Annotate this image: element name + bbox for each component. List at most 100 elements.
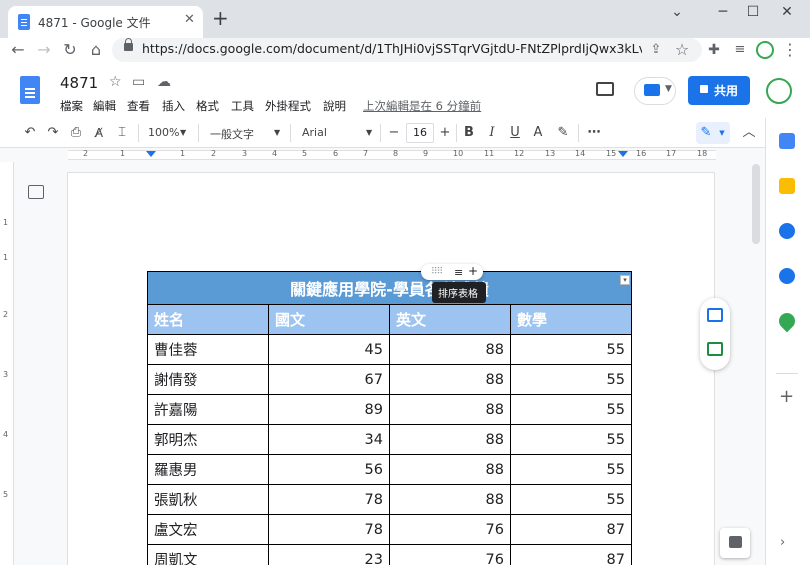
student-name-cell[interactable]: 曹佳蓉 [147,334,269,365]
menu-tools[interactable]: 工具 [231,98,254,114]
minimize-button[interactable]: ─ [708,4,738,20]
bookmark-star-icon[interactable]: ☆ [672,40,692,60]
score-cell[interactable]: 55 [510,424,632,455]
score-cell[interactable]: 55 [510,334,632,365]
table-row[interactable]: 周凱文 23 76 87 [147,544,632,565]
menu-format[interactable]: 格式 [196,98,219,114]
italic-button[interactable]: I [484,124,500,142]
zoom-select[interactable]: 100% [148,126,179,139]
table-title[interactable]: 關鍵應用學院-學員各科成績 [147,271,632,305]
student-name-cell[interactable]: 周凱文 [147,544,269,565]
table-cell-menu-icon[interactable]: ▾ [620,275,630,285]
redo-icon[interactable]: ↷ [45,124,61,142]
close-tab-icon[interactable]: ✕ [184,12,195,27]
score-cell[interactable]: 78 [268,484,390,515]
score-cell[interactable]: 76 [389,514,511,545]
reload-icon[interactable]: ↻ [60,40,80,60]
right-indent-marker-icon[interactable] [618,151,628,157]
score-cell[interactable]: 55 [510,394,632,425]
style-dropdown-icon[interactable]: ▼ [274,128,280,137]
docs-logo-icon[interactable] [20,76,40,104]
scrollbar-thumb[interactable] [752,164,760,244]
menu-edit[interactable]: 編輯 [93,98,116,114]
header-name[interactable]: 姓名 [147,304,269,335]
style-select[interactable]: 一般文字 [210,126,254,142]
back-icon[interactable]: ← [8,40,28,60]
more-button[interactable]: ⋯ [584,124,604,142]
table-row[interactable]: 張凱秋 78 88 55 [147,484,632,515]
table-row[interactable]: 羅惠男 56 88 55 [147,454,632,485]
tab-search-button[interactable]: ⌄ [662,4,692,20]
score-cell[interactable]: 76 [389,544,511,565]
keep-icon[interactable] [779,178,795,194]
score-cell[interactable]: 55 [510,364,632,395]
maximize-button[interactable]: ☐ [738,4,768,20]
suggest-edits-icon[interactable] [707,342,723,356]
score-cell[interactable]: 23 [268,544,390,565]
zoom-dropdown-icon[interactable]: ▼ [180,128,186,137]
score-cell[interactable]: 56 [268,454,390,485]
student-name-cell[interactable]: 郭明杰 [147,424,269,455]
score-cell[interactable]: 88 [389,334,511,365]
header-math[interactable]: 數學 [510,304,632,335]
student-name-cell[interactable]: 盧文宏 [147,514,269,545]
student-name-cell[interactable]: 謝倩發 [147,364,269,395]
chevron-down-icon[interactable]: ▼ [665,84,672,94]
contacts-icon[interactable] [779,268,795,284]
star-icon[interactable]: ☆ [109,74,122,90]
drag-grip-icon[interactable]: ⠿⠿ [431,267,443,277]
underline-button[interactable]: U [507,124,523,142]
add-column-icon[interactable]: + [468,264,478,278]
menu-addons[interactable]: 外掛程式 [265,98,311,114]
font-select[interactable]: Arial [302,126,327,139]
score-cell[interactable]: 88 [389,484,511,515]
score-cell[interactable]: 88 [389,454,511,485]
student-name-cell[interactable]: 羅惠男 [147,454,269,485]
score-cell[interactable]: 78 [268,514,390,545]
expand-panel-icon[interactable]: › [780,535,785,550]
share-page-icon[interactable]: ⇪ [646,40,666,60]
score-cell[interactable]: 55 [510,454,632,485]
account-avatar[interactable] [766,78,792,104]
document-title[interactable]: 4871 [60,74,98,92]
grades-table[interactable]: 關鍵應用學院-學員各科成績 姓名 國文 英文 數學 曹佳蓉 45 88 55 謝倩發 67… [147,271,632,565]
document-outline-icon[interactable] [28,185,44,199]
decrease-font-button[interactable]: − [386,124,402,142]
text-color-button[interactable]: A [530,124,546,142]
table-row[interactable]: 曹佳蓉 45 88 55 [147,334,632,365]
collapse-menus-icon[interactable]: ︿ [740,124,758,142]
forward-icon[interactable]: → [34,40,54,60]
menu-insert[interactable]: 插入 [162,98,185,114]
score-cell[interactable]: 89 [268,394,390,425]
score-cell[interactable]: 34 [268,424,390,455]
print-icon[interactable]: ⎙ [68,124,84,142]
profile-avatar-icon[interactable] [756,41,774,59]
score-cell[interactable]: 88 [389,394,511,425]
score-cell[interactable]: 88 [389,364,511,395]
header-english[interactable]: 英文 [389,304,511,335]
browser-menu-icon[interactable]: ⋮ [780,40,800,60]
paint-format-icon[interactable]: ⌶ [114,124,130,142]
score-cell[interactable]: 87 [510,544,632,565]
menu-view[interactable]: 查看 [127,98,150,114]
home-icon[interactable]: ⌂ [86,40,106,60]
reading-list-icon[interactable]: ≡ [730,40,750,60]
tasks-icon[interactable] [779,223,795,239]
menu-file[interactable]: 檔案 [60,98,83,114]
indent-marker-icon[interactable] [146,151,156,157]
score-cell[interactable]: 88 [389,424,511,455]
score-cell[interactable]: 87 [510,514,632,545]
calendar-icon[interactable] [779,133,795,149]
table-row[interactable]: 盧文宏 78 76 87 [147,514,632,545]
table-row[interactable]: 謝倩發 67 88 55 [147,364,632,395]
add-comment-icon[interactable] [707,308,723,322]
score-cell[interactable]: 45 [268,334,390,365]
sort-table-icon[interactable]: ≡ [454,266,463,279]
student-name-cell[interactable]: 張凱秋 [147,484,269,515]
comment-history-icon[interactable] [596,82,614,96]
highlight-icon[interactable]: ✎ [555,124,571,142]
last-edit-link[interactable]: 上次編輯是在 6 分鐘前 [363,98,481,114]
score-cell[interactable]: 67 [268,364,390,395]
increase-font-button[interactable]: + [437,124,453,142]
spellcheck-icon[interactable]: A̸ [91,124,107,142]
